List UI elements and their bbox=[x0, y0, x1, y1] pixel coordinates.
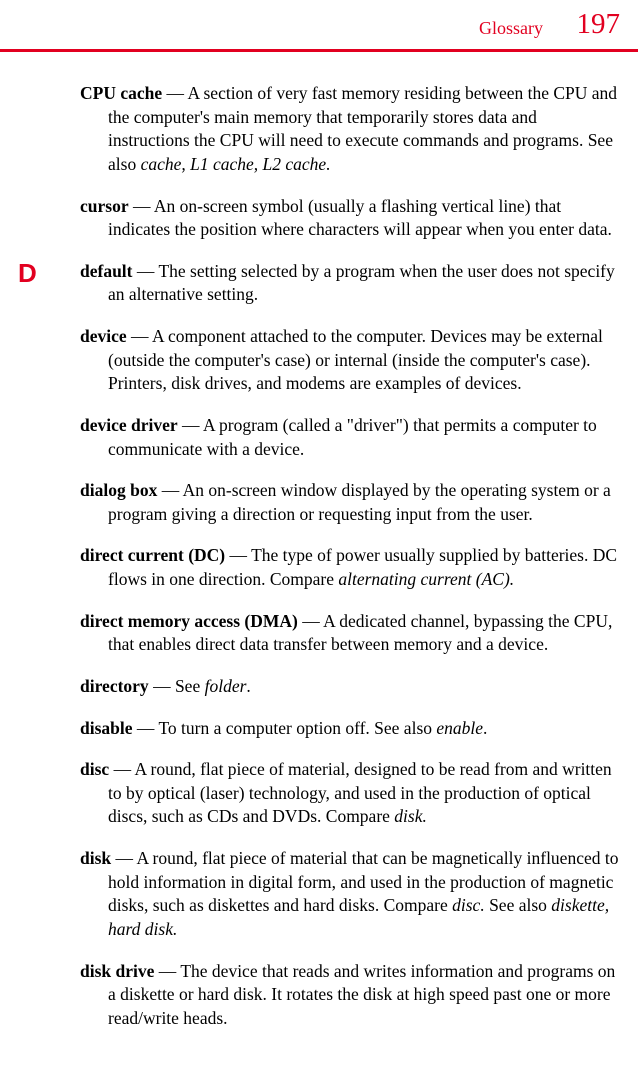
entry-italic: disc. bbox=[452, 895, 485, 915]
glossary-content: CPU cache — A section of very fast memor… bbox=[0, 82, 638, 1030]
entry-after: . bbox=[246, 676, 250, 696]
glossary-entry: dialog box — An on-screen window display… bbox=[80, 479, 620, 526]
header-title: Glossary bbox=[479, 18, 543, 39]
glossary-entry: disc — A round, flat piece of material, … bbox=[80, 758, 620, 829]
entry-sep: — bbox=[109, 759, 134, 779]
glossary-entry: disable — To turn a computer option off.… bbox=[80, 717, 620, 741]
glossary-entry: disk — A round, flat piece of material t… bbox=[80, 847, 620, 942]
entry-term: CPU cache bbox=[80, 83, 162, 103]
glossary-entry: CPU cache — A section of very fast memor… bbox=[80, 82, 620, 177]
page-number: 197 bbox=[577, 8, 621, 41]
entry-sep: — bbox=[225, 545, 251, 565]
entry-italic: alternating current (AC). bbox=[338, 569, 514, 589]
entry-term: cursor bbox=[80, 196, 129, 216]
entry-sep: — bbox=[111, 848, 136, 868]
entry-italic: disk. bbox=[394, 806, 427, 826]
entry-term: disc bbox=[80, 759, 109, 779]
entry-definition: See bbox=[175, 676, 205, 696]
glossary-entry: device driver — A program (called a "dri… bbox=[80, 414, 620, 461]
entry-term: device driver bbox=[80, 415, 178, 435]
glossary-entry: disk drive — The device that reads and w… bbox=[80, 960, 620, 1031]
entry-italic: folder bbox=[205, 676, 247, 696]
glossary-entry: directory — See folder. bbox=[80, 675, 620, 699]
entry-definition: To turn a computer option off. See also bbox=[158, 718, 436, 738]
entry-definition: An on-screen window displayed by the ope… bbox=[108, 480, 611, 524]
entry-definition: The device that reads and writes informa… bbox=[108, 961, 615, 1028]
entry-definition: A component attached to the computer. De… bbox=[108, 326, 603, 393]
entry-sep: — bbox=[178, 415, 203, 435]
entry-term: disk bbox=[80, 848, 111, 868]
entry-sep: — bbox=[133, 718, 159, 738]
glossary-entry: device — A component attached to the com… bbox=[80, 325, 620, 396]
entry-sep: — bbox=[127, 326, 152, 346]
page-header: Glossary 197 bbox=[0, 0, 638, 52]
entry-sep: — bbox=[129, 196, 154, 216]
entry-term: device bbox=[80, 326, 127, 346]
entry-term: directory bbox=[80, 676, 149, 696]
glossary-entry: direct current (DC) — The type of power … bbox=[80, 544, 620, 591]
entry-sep: — bbox=[154, 961, 180, 981]
entry-term: direct current (DC) bbox=[80, 545, 225, 565]
glossary-entry: cursor — An on-screen symbol (usually a … bbox=[80, 195, 620, 242]
section-letter: D bbox=[18, 258, 37, 289]
entry-italic: cache, L1 cache, L2 cache. bbox=[141, 154, 331, 174]
entry-definition: The setting selected by a program when t… bbox=[108, 261, 615, 305]
entry-term: dialog box bbox=[80, 480, 157, 500]
glossary-entry: default — The setting selected by a prog… bbox=[80, 260, 620, 307]
entry-italic: enable bbox=[436, 718, 483, 738]
entry-term: disk drive bbox=[80, 961, 154, 981]
entry-definition: An on-screen symbol (usually a flashing … bbox=[108, 196, 612, 240]
entry-term: disable bbox=[80, 718, 133, 738]
entry-term: direct memory access (DMA) bbox=[80, 611, 298, 631]
entry-after: See also bbox=[485, 895, 552, 915]
entry-sep: — bbox=[298, 611, 323, 631]
entry-term: default bbox=[80, 261, 133, 281]
entry-sep: — bbox=[149, 676, 175, 696]
entry-sep: — bbox=[133, 261, 159, 281]
glossary-entry: direct memory access (DMA) — A dedicated… bbox=[80, 610, 620, 657]
entry-sep: — bbox=[162, 83, 187, 103]
entry-definition: A round, flat piece of material, designe… bbox=[108, 759, 612, 826]
entry-after: . bbox=[483, 718, 487, 738]
entry-sep: — bbox=[157, 480, 182, 500]
